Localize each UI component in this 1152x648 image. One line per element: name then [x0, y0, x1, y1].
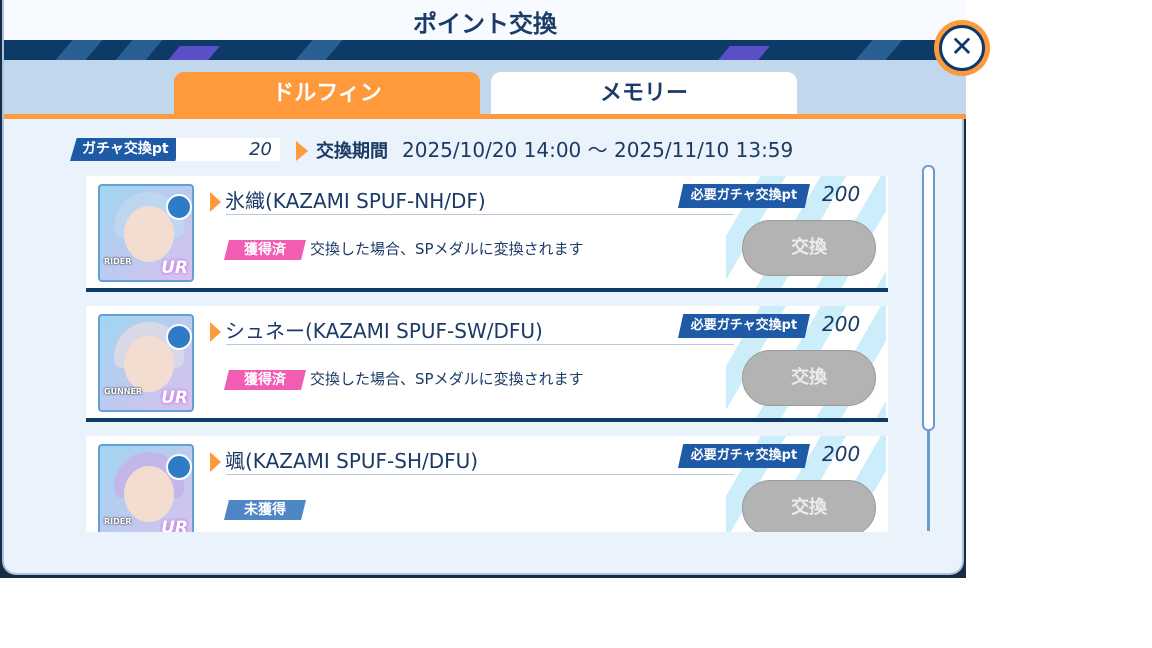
- close-icon: ✕: [939, 25, 985, 71]
- row-divider: [86, 418, 888, 422]
- close-button[interactable]: ✕: [934, 20, 990, 76]
- cost-value: 200: [822, 312, 861, 336]
- cost-value: 200: [822, 442, 861, 466]
- status-badge: 未獲得: [224, 500, 306, 520]
- role-label: GUNNER: [104, 387, 143, 396]
- exchange-dialog: ポイント交換 ドルフィン メモリー ガチャ交換pt 20 交換期間 2025/10…: [0, 0, 966, 578]
- character-card[interactable]: RIDER UR: [98, 444, 194, 532]
- character-card[interactable]: RIDER UR: [98, 184, 194, 282]
- points-value: 20: [176, 138, 280, 161]
- rarity-badge: UR: [161, 258, 188, 278]
- arrow-icon: [296, 141, 308, 161]
- role-label: RIDER: [104, 517, 132, 526]
- arrow-icon: [210, 452, 221, 472]
- character-card[interactable]: GUNNER UR: [98, 314, 194, 412]
- tab-bar: ドルフィン メモリー: [4, 60, 966, 116]
- exchange-button[interactable]: 交換: [742, 220, 876, 276]
- rarity-badge: UR: [161, 388, 188, 408]
- exchange-list[interactable]: RIDER UR 氷織(KAZAMI SPUF-NH/DF) 必要ガチャ交換pt…: [86, 176, 888, 532]
- scrollbar[interactable]: [922, 165, 935, 533]
- points-label: ガチャ交換pt: [70, 138, 182, 161]
- list-item: GUNNER UR シュネー(KAZAMI SPUF-SW/DFU) 必要ガチャ…: [86, 306, 888, 418]
- row-divider: [86, 288, 888, 292]
- element-icon: [166, 454, 192, 480]
- tab-dolphin[interactable]: ドルフィン: [174, 72, 480, 115]
- scrollbar-track: [927, 431, 930, 531]
- title-bar: ポイント交換: [4, 0, 966, 40]
- item-name: 氷織(KAZAMI SPUF-NH/DF): [210, 185, 486, 214]
- exchange-button[interactable]: 交換: [742, 350, 876, 406]
- rarity-badge: UR: [161, 518, 188, 532]
- header-stripe: [4, 40, 966, 60]
- tab-memory[interactable]: メモリー: [491, 72, 797, 115]
- cost-value: 200: [822, 182, 861, 206]
- dialog-body: ポイント交換 ドルフィン メモリー ガチャ交換pt 20 交換期間 2025/10…: [2, 0, 966, 575]
- status-badge: 獲得済: [224, 370, 306, 390]
- tab-underline: [4, 114, 966, 119]
- list-item: RIDER UR 氷織(KAZAMI SPUF-NH/DF) 必要ガチャ交換pt…: [86, 176, 888, 288]
- list-item: RIDER UR 颯(KAZAMI SPUF-SH/DFU) 必要ガチャ交換pt…: [86, 436, 888, 532]
- element-icon: [166, 194, 192, 220]
- scrollbar-thumb[interactable]: [922, 165, 935, 431]
- cost-label: 必要ガチャ交換pt: [678, 184, 810, 208]
- arrow-icon: [210, 322, 221, 342]
- item-note: 交換した場合、SPメダルに変換されます: [310, 370, 584, 388]
- period-label: 交換期間: [316, 141, 388, 162]
- exchange-period: 交換期間 2025/10/20 14:00 〜 2025/11/10 13:59: [296, 137, 793, 163]
- cost-label: 必要ガチャ交換pt: [678, 314, 810, 338]
- role-label: RIDER: [104, 257, 132, 266]
- item-name: シュネー(KAZAMI SPUF-SW/DFU): [210, 315, 543, 344]
- exchange-button[interactable]: 交換: [742, 480, 876, 532]
- period-value: 2025/10/20 14:00 〜 2025/11/10 13:59: [402, 138, 794, 162]
- item-name: 颯(KAZAMI SPUF-SH/DFU): [210, 445, 478, 474]
- element-icon: [166, 324, 192, 350]
- arrow-icon: [210, 192, 221, 212]
- cost-label: 必要ガチャ交換pt: [678, 444, 810, 468]
- status-badge: 獲得済: [224, 240, 306, 260]
- item-note: 交換した場合、SPメダルに変換されます: [310, 240, 584, 258]
- dialog-title: ポイント交換: [413, 10, 557, 38]
